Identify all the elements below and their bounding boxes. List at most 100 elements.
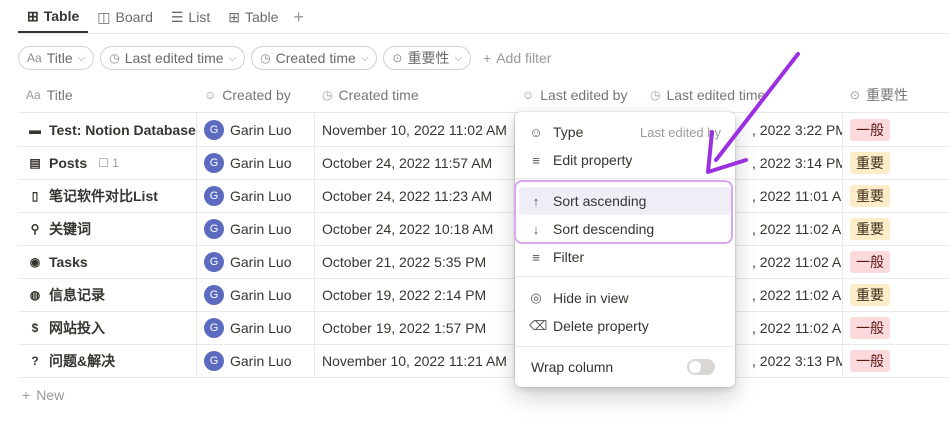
table-row[interactable]: ⚲ 关键词 G Garin Luo October 24, 2022 10:18 AM,… <box>18 212 950 246</box>
author-name: Garin Luo <box>230 220 292 237</box>
menu-item-filter[interactable]: ≡ Filter <box>519 243 731 271</box>
row-created-by-cell: G Garin Luo <box>196 212 314 245</box>
clock-icon: ◷ <box>322 88 333 102</box>
column-header-created-by[interactable]: ☺ Created by <box>196 78 314 112</box>
annotation-arrow-shaft <box>714 52 800 162</box>
last-edited-time: , 2022 11:02 AM <box>752 319 842 336</box>
row-title-cell[interactable]: ▤ Posts ☐ 1 <box>18 146 196 179</box>
row-title: Test: Notion Database <box>49 121 196 138</box>
view-tab-board[interactable]: ◫ Board <box>88 1 162 33</box>
column-header-label: Title <box>46 87 73 103</box>
table-row[interactable]: ◍ 信息记录 G Garin Luo October 19, 2022 2:14 PM,… <box>18 278 950 312</box>
menu-item-label: Wrap column <box>531 359 614 375</box>
filter-chip-created-time[interactable]: ◷ Created time ⌵ <box>251 46 378 70</box>
column-header-label: Created by <box>222 87 291 103</box>
row-title: 问题&解决 <box>49 352 116 369</box>
new-row-button[interactable]: + New <box>18 378 64 412</box>
row-title-cell[interactable]: ◉ Tasks <box>18 245 196 278</box>
filter-chip-title[interactable]: Aa Title ⌵ <box>18 46 95 70</box>
row-created-time-cell: October 24, 2022 11:23 AM <box>314 179 514 212</box>
table-row[interactable]: ◉ Tasks G Garin Luo October 21, 2022 5:35 PM… <box>18 245 950 279</box>
column-header-importance[interactable]: ⊙ 重要性 <box>842 78 950 112</box>
text-property-icon: Aa <box>26 88 41 102</box>
last-edited-time: , 2022 11:02 AM <box>752 253 842 270</box>
column-header-created-time[interactable]: ◷ Created time <box>314 78 514 112</box>
view-tab-table-2[interactable]: ⊞ Table <box>219 1 287 33</box>
row-importance-cell[interactable]: 一般 <box>842 311 950 344</box>
table-row[interactable]: ▬ Test: Notion Database G Garin Luo November… <box>18 113 950 147</box>
row-created-by-cell: G Garin Luo <box>196 146 314 179</box>
row-importance-cell[interactable]: 重要 <box>842 212 950 245</box>
clock-icon: ◷ <box>260 51 271 65</box>
trash-icon: ⌫ <box>529 318 548 333</box>
filter-chip-last-edited-time[interactable]: ◷ Last edited time ⌵ <box>100 46 246 70</box>
row-importance-cell[interactable]: 一般 <box>842 344 950 377</box>
menu-item-label: Hide in view <box>553 290 629 306</box>
importance-tag: 重要 <box>850 217 890 240</box>
view-tab-table[interactable]: ⊞ Table <box>18 1 89 33</box>
author-name: Garin Luo <box>230 352 292 369</box>
add-view-button[interactable]: + <box>287 7 310 28</box>
view-tab-label: List <box>188 9 211 25</box>
author-name: Garin Luo <box>230 121 292 138</box>
text-property-icon: Aa <box>27 51 42 65</box>
table-row[interactable]: ▤ Posts ☐ 1 G Garin Luo October 24, 2022 11:5… <box>18 146 950 180</box>
author-name: Garin Luo <box>230 286 292 303</box>
table-row[interactable]: ? 问题&解决 G Garin Luo November 10, 2022 11:21 … <box>18 344 950 378</box>
last-edited-time: , 2022 3:13 PM <box>752 352 842 369</box>
plus-icon: + <box>22 387 31 403</box>
row-title-cell[interactable]: ⚲ 关键词 <box>18 212 196 245</box>
created-time: October 19, 2022 2:14 PM <box>322 286 487 303</box>
row-created-by-cell: G Garin Luo <box>196 344 314 377</box>
row-importance-cell[interactable]: 一般 <box>842 245 950 278</box>
created-time: October 24, 2022 11:23 AM <box>322 187 493 204</box>
menu-divider <box>515 346 735 347</box>
importance-tag: 重要 <box>850 283 890 306</box>
created-time: October 24, 2022 10:18 AM <box>322 220 494 237</box>
row-created-time-cell: October 24, 2022 10:18 AM <box>314 212 514 245</box>
importance-tag: 一般 <box>850 349 890 372</box>
view-tab-label: Table <box>244 9 279 25</box>
last-edited-time: , 2022 11:01 AM <box>752 187 842 204</box>
importance-tag: 一般 <box>850 316 890 339</box>
menu-item-delete-property[interactable]: ⌫ Delete property <box>519 312 731 340</box>
row-importance-cell[interactable]: 一般 <box>842 113 950 146</box>
table-row[interactable]: ▯ 笔记软件对比List G Garin Luo October 24, 2022 11… <box>18 179 950 213</box>
row-created-by-cell: G Garin Luo <box>196 278 314 311</box>
comment-count[interactable]: ☐ 1 <box>98 156 119 170</box>
row-title-cell[interactable]: ? 问题&解决 <box>18 344 196 377</box>
row-importance-cell[interactable]: 重要 <box>842 278 950 311</box>
filter-chip-importance[interactable]: ⊙ 重要性 ⌵ <box>383 46 472 70</box>
page-icon: $ <box>31 320 39 335</box>
importance-tag: 一般 <box>850 118 890 141</box>
wrap-column-toggle[interactable] <box>687 359 715 375</box>
filter-chip-label: Last edited time <box>124 50 224 66</box>
column-header-title[interactable]: Aa Title <box>18 78 196 112</box>
row-title-cell[interactable]: ▯ 笔记软件对比List <box>18 179 196 212</box>
page-icon: ▤ <box>29 155 41 170</box>
page-icon: ▯ <box>31 188 39 203</box>
menu-item-hide-in-view[interactable]: ◎ Hide in view <box>519 284 731 312</box>
filter-chip-label: 重要性 <box>407 50 450 66</box>
table-row[interactable]: $ 网站投入 G Garin Luo October 19, 2022 1:57 PM,… <box>18 311 950 345</box>
menu-item-sort-descending[interactable]: ↓ Sort descending <box>519 215 731 243</box>
row-created-time-cell: November 10, 2022 11:21 AM <box>314 344 514 377</box>
new-row-label: New <box>36 387 65 403</box>
row-title-cell[interactable]: $ 网站投入 <box>18 311 196 344</box>
select-icon: ⊙ <box>392 51 403 65</box>
column-header-last-edited-by[interactable]: ☺ Last edited by <box>514 78 642 112</box>
column-header-label: 重要性 <box>866 87 909 103</box>
view-tab-list[interactable]: ☰ List <box>162 1 219 33</box>
add-filter-button[interactable]: + Add filter <box>477 50 557 66</box>
chevron-down-icon: ⌵ <box>77 52 86 64</box>
row-title: 笔记软件对比List <box>49 187 158 204</box>
row-created-by-cell: G Garin Luo <box>196 311 314 344</box>
row-title-cell[interactable]: ◍ 信息记录 <box>18 278 196 311</box>
column-header-label: Last edited by <box>540 87 628 103</box>
row-importance-cell[interactable]: 重要 <box>842 179 950 212</box>
last-edited-time: , 2022 11:02 AM <box>752 220 842 237</box>
menu-item-sort-ascending[interactable]: ↑ Sort ascending <box>519 187 731 215</box>
menu-item-wrap-column[interactable]: Wrap column <box>521 353 731 381</box>
row-importance-cell[interactable]: 重要 <box>842 146 950 179</box>
row-title-cell[interactable]: ▬ Test: Notion Database <box>18 113 196 146</box>
